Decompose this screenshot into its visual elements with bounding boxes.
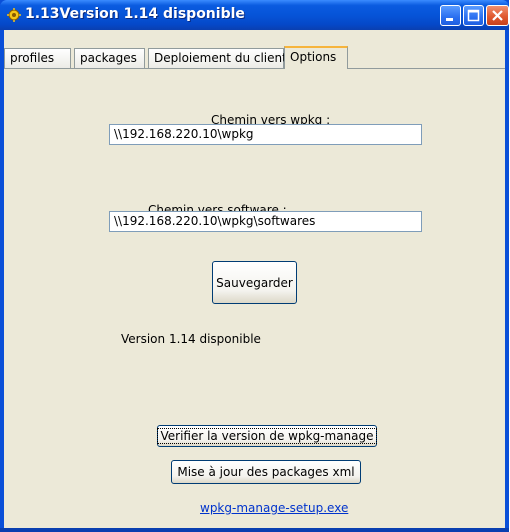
wpkg-path-input[interactable]: \\192.168.220.10\wpkg [109,124,422,145]
tab-strip: profiles packages Deploiement du client … [4,46,505,69]
tab-options[interactable]: Options [284,46,348,69]
app-icon [7,8,21,22]
version-status-text: Version 1.14 disponible [121,332,261,346]
tab-profiles[interactable]: profiles [4,48,71,68]
dialog-body: profiles packages Deploiement du client … [4,30,505,532]
software-path-input[interactable]: \\192.168.220.10\wpkg\softwares [109,211,422,232]
tab-deploiement-du-client[interactable]: Deploiement du client [148,48,287,68]
verify-version-label: Verifier la version de wpkg-manage [157,428,377,444]
window-title: 1.13Version 1.14 disponible [25,6,245,22]
verify-version-button[interactable]: Verifier la version de wpkg-manage [157,425,377,447]
minimize-button[interactable] [440,5,461,26]
app-window: 1.13Version 1.14 disponible profiles pac… [0,0,509,532]
tab-packages[interactable]: packages [74,48,145,68]
maximize-icon [467,9,480,22]
close-button[interactable] [486,5,509,26]
window-frame-bottom [0,528,509,532]
minimize-icon [446,18,453,21]
maximize-button[interactable] [463,5,484,26]
setup-download-link[interactable]: wpkg-manage-setup.exe [200,501,348,515]
update-packages-button[interactable]: Mise à jour des packages xml [171,460,361,484]
tab-divider [4,68,505,69]
close-icon [492,10,503,21]
save-button[interactable]: Sauvegarder [212,261,297,304]
title-bar[interactable]: 1.13Version 1.14 disponible [0,0,509,30]
